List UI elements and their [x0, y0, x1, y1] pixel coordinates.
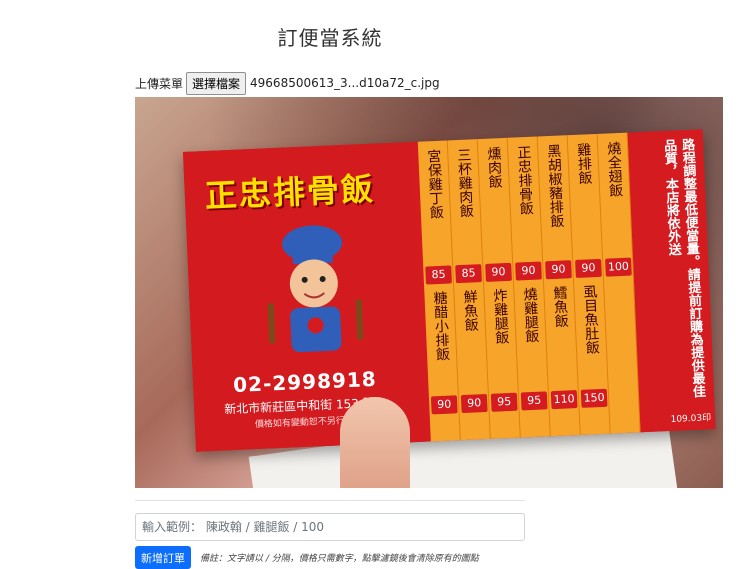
menu-item-name: 黑胡椒豬排飯	[545, 143, 565, 229]
upload-label: 上傳菜單	[135, 76, 184, 91]
menu-item-price: 85	[455, 264, 482, 284]
restaurant-logo: 正忠排骨飯	[204, 169, 376, 216]
menu-item-price: 90	[485, 262, 512, 282]
menu-item-price: 85	[425, 265, 452, 285]
divider	[135, 500, 525, 501]
menu-item-price: 90	[430, 395, 458, 415]
menu-item-price: 95	[520, 391, 548, 411]
menu-item-name: 三杯雞肉飯	[455, 147, 475, 219]
menu-item-price: 90	[515, 261, 542, 281]
choose-file-button[interactable]: 選擇檔案	[186, 71, 247, 95]
page-title: 訂便當系統	[277, 26, 383, 50]
menu-item-name: 燻肉飯	[485, 146, 503, 189]
menu-item-price: 90	[545, 260, 572, 280]
menu-item-name: 鱈魚飯	[551, 285, 570, 329]
menu-item-price: 150	[580, 388, 608, 408]
remark-text: 備註：文字請以 / 分隔，價格只需數字，點擊濾鏡後會清除原有的圖點	[200, 554, 479, 564]
add-order-button[interactable]: 新增訂單	[135, 546, 191, 569]
menu-item-name: 燒全翅飯	[604, 140, 624, 198]
menu-item-name: 虱目魚肚飯	[581, 284, 601, 355]
hand-thumb	[340, 397, 410, 488]
menu-item-name: 宮保雞丁飯	[425, 148, 445, 220]
promo-text: 路程調整最低便當量。請提前訂購為提供最佳品質，本店將依外送	[660, 137, 706, 399]
menu-item-price: 95	[490, 392, 518, 412]
menu-list: 宮保雞丁飯 85 糖醋小排飯 90 三杯雞肉飯 85 鮮魚飯 90 燻肉飯 90…	[417, 132, 641, 442]
card-right-panel: 路程調整最低便當量。請提前訂購為提供最佳品質，本店將依外送 109.03印	[627, 129, 716, 433]
menu-photo: 正忠排骨飯 02-2998918 新北市新莊區中和街 153 號 價格如有變動恕…	[135, 97, 723, 488]
menu-item-name: 正忠排骨飯	[515, 144, 535, 216]
restaurant-phone: 02-2998918	[232, 366, 378, 398]
menu-item-name: 糖醋小排飯	[431, 290, 451, 362]
order-input[interactable]	[135, 513, 525, 541]
menu-item-name: 炸雞腿飯	[491, 287, 510, 345]
menu-item-name: 燒雞腿飯	[521, 286, 540, 344]
chef-mascot-icon	[267, 225, 364, 353]
print-date: 109.03印	[670, 413, 712, 425]
menu-item-price: 90	[575, 258, 602, 278]
menu-card: 正忠排骨飯 02-2998918 新北市新莊區中和街 153 號 價格如有變動恕…	[183, 129, 716, 452]
menu-item-name: 雞排飯	[574, 142, 593, 185]
menu-item-price: 90	[460, 393, 488, 414]
menu-item-price: 100	[605, 257, 632, 277]
selected-file-name: 49668500613_3...d10a72_c.jpg	[250, 76, 440, 90]
menu-upload-row: 上傳菜單 選擇檔案 49668500613_3...d10a72_c.jpg	[135, 71, 440, 95]
menu-item-price: 110	[550, 390, 578, 410]
menu-item-name: 鮮魚飯	[461, 289, 480, 332]
